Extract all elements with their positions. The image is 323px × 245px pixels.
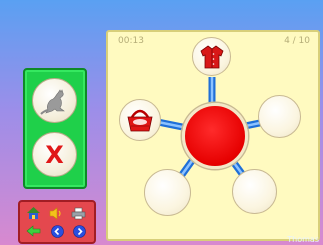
basket-node[interactable] [119, 99, 161, 141]
kangaroo-choice-button[interactable] [32, 78, 77, 123]
center-hub[interactable] [182, 103, 248, 169]
reject-button[interactable]: X [32, 132, 77, 177]
game-board: 00:13 4 / 10 [106, 30, 320, 241]
brand-label: Thomas [287, 235, 319, 244]
printer-icon[interactable] [70, 206, 86, 220]
speaker-icon[interactable] [47, 206, 63, 220]
back-arrow-icon[interactable] [25, 224, 41, 238]
reject-label: X [45, 140, 64, 169]
empty-slot-bottom-left[interactable] [144, 169, 191, 216]
next-icon[interactable] [71, 224, 87, 238]
home-icon[interactable] [25, 206, 41, 220]
previous-icon[interactable] [49, 224, 65, 238]
empty-slot-bottom-right[interactable] [232, 169, 277, 214]
answer-panel: X [23, 68, 87, 189]
jacket-icon [200, 45, 223, 68]
empty-slot-right[interactable] [258, 95, 301, 138]
toolbar [18, 200, 96, 244]
kangaroo-icon [39, 88, 65, 115]
jacket-node[interactable] [192, 37, 231, 76]
basket-icon [127, 109, 153, 132]
